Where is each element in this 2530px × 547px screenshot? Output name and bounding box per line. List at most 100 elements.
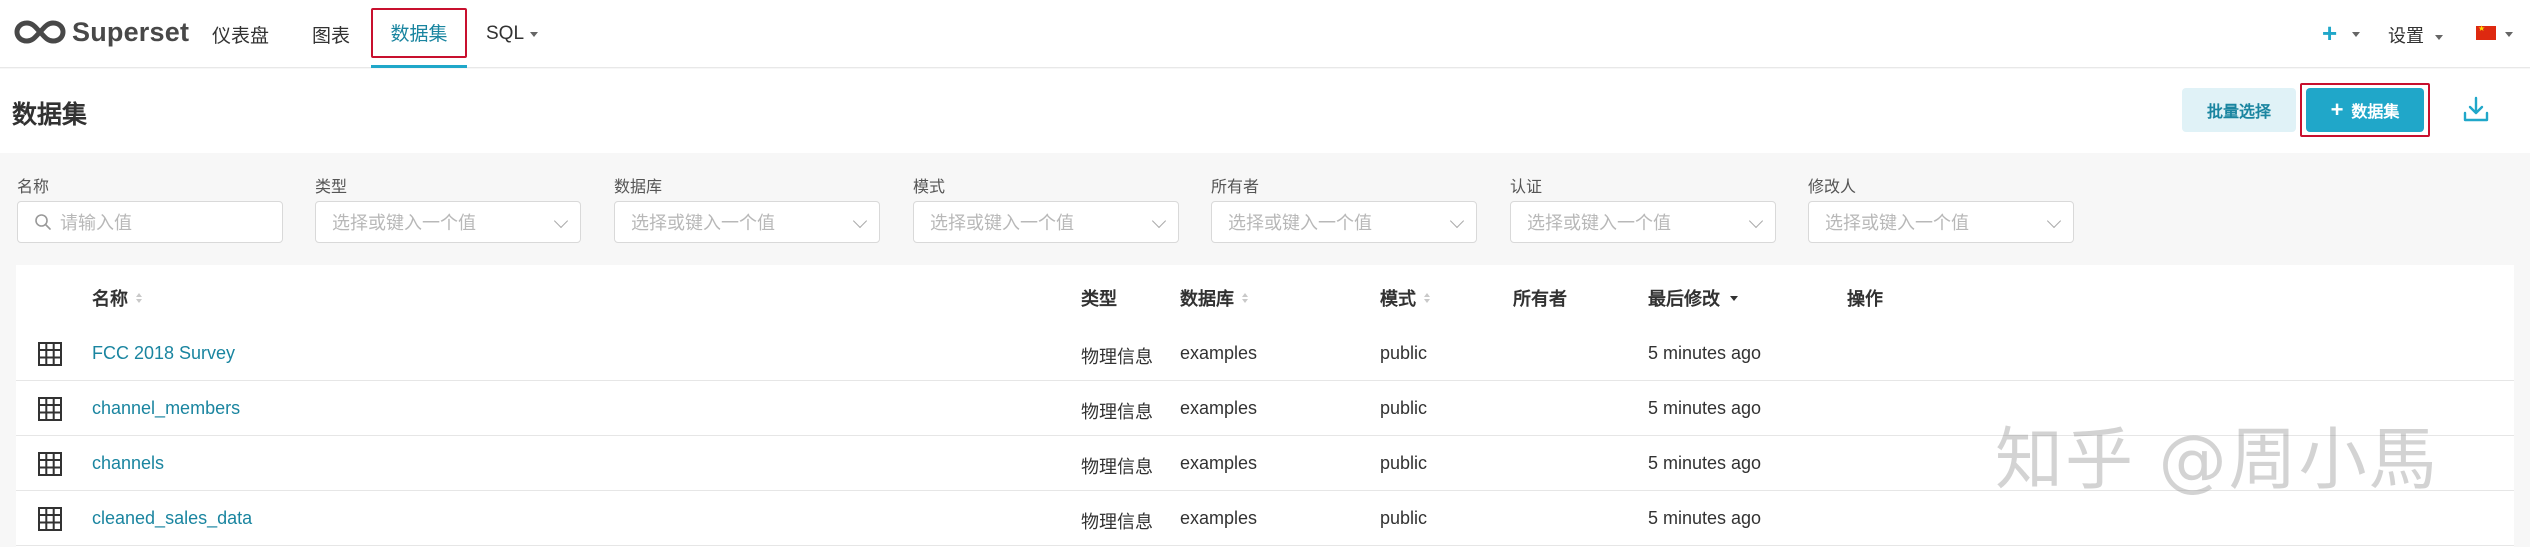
settings-menu[interactable]: 设置: [2388, 22, 2444, 48]
nav-sql[interactable]: SQL: [486, 0, 539, 68]
chevron-down-icon: [2046, 213, 2062, 229]
chevron-down-icon: [553, 213, 569, 229]
chevron-down-icon: [852, 213, 868, 229]
column-header-label: 最后修改: [1648, 289, 1720, 309]
schema-select[interactable]: 选择或键入一个值: [913, 201, 1179, 243]
page-title: 数据集: [12, 101, 88, 129]
filter-placeholder: 选择或键入一个值: [1825, 213, 1969, 233]
dataset-type: 物理信息: [1081, 457, 1153, 477]
add-dataset-button[interactable]: + 数据集: [2306, 88, 2424, 132]
database-select[interactable]: 选择或键入一个值: [614, 201, 880, 243]
dataset-name-link[interactable]: channels: [92, 453, 164, 474]
download-icon[interactable]: [2460, 93, 2492, 125]
dataset-schema: public: [1380, 343, 1428, 363]
filter-label: 所有者: [1211, 179, 1260, 196]
brand-name: Superset: [72, 16, 190, 47]
column-header-modified[interactable]: 最后修改: [1648, 285, 1738, 311]
dataset-modified: 5 minutes ago: [1648, 453, 1762, 473]
filter-name: 名称 请输入值: [17, 173, 283, 243]
modified-by-select[interactable]: 选择或键入一个值: [1808, 201, 2074, 243]
column-header-owner: 所有者: [1513, 285, 1567, 311]
top-navbar: Superset 仪表盘 图表 数据集 SQL + 设置 ★: [0, 0, 2530, 68]
chevron-down-icon: [2352, 32, 2360, 37]
name-search-input[interactable]: 请输入值: [17, 201, 283, 243]
filter-label: 数据库: [614, 179, 663, 196]
dataset-database: examples: [1180, 398, 1258, 418]
watermark-text: 知乎 @周小馬: [1995, 421, 2439, 500]
column-header-schema[interactable]: 模式: [1380, 285, 1430, 311]
column-header-label: 数据库: [1180, 289, 1234, 309]
filter-certified: 认证 选择或键入一个值: [1510, 173, 1776, 243]
type-select[interactable]: 选择或键入一个值: [315, 201, 581, 243]
dataset-name-link[interactable]: FCC 2018 Survey: [92, 343, 235, 364]
chevron-down-icon: [530, 31, 539, 37]
filter-label: 修改人: [1808, 179, 1857, 196]
dataset-database: examples: [1180, 343, 1258, 363]
table-icon: [38, 397, 62, 421]
sort-icon: [1424, 293, 1430, 303]
plus-icon: +: [2330, 97, 2344, 122]
dataset-type: 物理信息: [1081, 512, 1153, 532]
column-header-actions: 操作: [1847, 285, 1883, 311]
filter-modified-by: 修改人 选择或键入一个值: [1808, 173, 2074, 243]
filter-owner: 所有者 选择或键入一个值: [1211, 173, 1477, 243]
filter-placeholder: 选择或键入一个值: [1527, 213, 1671, 233]
nav-charts[interactable]: 图表: [312, 0, 350, 68]
superset-logo-icon: [14, 20, 66, 44]
bulk-select-button[interactable]: 批量选择: [2182, 88, 2296, 132]
sort-desc-icon: [1730, 295, 1738, 301]
column-header-database[interactable]: 数据库: [1180, 285, 1248, 311]
filter-placeholder: 请输入值: [60, 213, 132, 233]
column-header-label: 操作: [1847, 289, 1883, 309]
nav-datasets-highlight: [371, 8, 467, 58]
dataset-name-link[interactable]: cleaned_sales_data: [92, 508, 252, 529]
filter-database: 数据库 选择或键入一个值: [614, 173, 880, 243]
filter-placeholder: 选择或键入一个值: [631, 213, 775, 233]
column-header-label: 名称: [92, 289, 128, 309]
table-icon: [38, 507, 62, 531]
dataset-modified: 5 minutes ago: [1648, 343, 1762, 363]
table-icon: [38, 342, 62, 366]
settings-label: 设置: [2388, 26, 2424, 46]
chevron-down-icon: [1748, 213, 1764, 229]
column-header-name[interactable]: 名称: [92, 285, 142, 311]
filter-type: 类型 选择或键入一个值: [315, 173, 581, 243]
table-icon: [38, 452, 62, 476]
table-row[interactable]: FCC 2018 Survey 物理信息 examples public 5 m…: [16, 327, 2514, 381]
dataset-database: examples: [1180, 453, 1258, 473]
filter-schema: 模式 选择或键入一个值: [913, 173, 1179, 243]
chevron-down-icon: [1151, 213, 1167, 229]
chevron-down-icon: [2435, 34, 2444, 40]
dataset-schema: public: [1380, 398, 1428, 418]
plus-icon[interactable]: +: [2322, 18, 2337, 49]
page-header: 数据集 批量选择 + 数据集: [0, 69, 2530, 153]
filter-bar: 名称 请输入值 类型 选择或键入一个值 数据库 选择或键入一个值 模式 选择或键…: [0, 153, 2530, 265]
dataset-modified: 5 minutes ago: [1648, 398, 1762, 418]
filter-label: 认证: [1510, 179, 1543, 196]
sort-icon: [136, 293, 142, 303]
column-header-type: 类型: [1081, 285, 1117, 311]
dataset-type: 物理信息: [1081, 347, 1153, 367]
dataset-database: examples: [1180, 508, 1258, 528]
filter-label: 类型: [315, 179, 348, 196]
dataset-schema: public: [1380, 453, 1428, 473]
search-icon: [35, 214, 51, 230]
sort-icon: [1242, 293, 1248, 303]
dataset-schema: public: [1380, 508, 1428, 528]
column-header-label: 模式: [1380, 289, 1416, 309]
nav-dashboards[interactable]: 仪表盘: [212, 0, 269, 68]
flag-star: ★: [2478, 24, 2486, 33]
filter-placeholder: 选择或键入一个值: [332, 213, 476, 233]
dataset-type: 物理信息: [1081, 402, 1153, 422]
dataset-modified: 5 minutes ago: [1648, 508, 1762, 528]
brand[interactable]: Superset: [14, 14, 189, 50]
filter-label: 名称: [17, 179, 50, 196]
dataset-name-link[interactable]: channel_members: [92, 398, 240, 419]
owner-select[interactable]: 选择或键入一个值: [1211, 201, 1477, 243]
filter-label: 模式: [913, 179, 946, 196]
column-header-label: 类型: [1081, 289, 1117, 309]
add-dataset-label: 数据集: [2351, 104, 2400, 121]
certified-select[interactable]: 选择或键入一个值: [1510, 201, 1776, 243]
filter-placeholder: 选择或键入一个值: [1228, 213, 1372, 233]
nav-sql-label: SQL: [486, 23, 525, 44]
